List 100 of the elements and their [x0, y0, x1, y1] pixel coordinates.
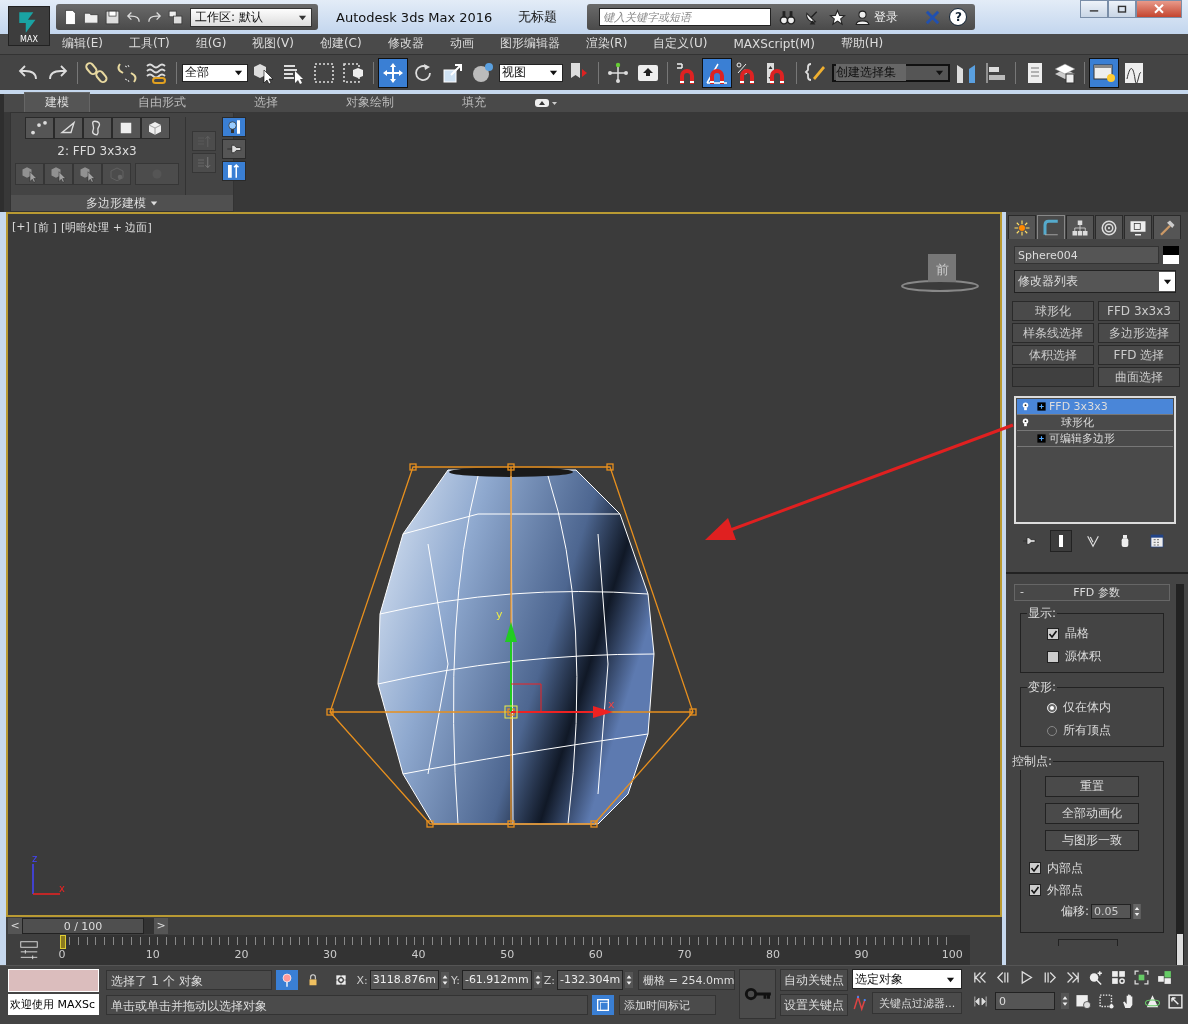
menu-item[interactable]: 图形编辑器 [499, 35, 572, 53]
subobject-button[interactable] [111, 117, 141, 140]
modifier-list-dropdown[interactable]: 修改器列表 [1014, 270, 1176, 294]
modifier-button[interactable]: FFD 选择 [1098, 345, 1180, 366]
object-name-field[interactable]: Sphere004 [1014, 246, 1159, 265]
stack-tool-button[interactable] [1050, 530, 1072, 553]
next-frame-button[interactable]: > [154, 917, 168, 934]
binoculars-icon[interactable] [779, 8, 797, 26]
command-panel-tab[interactable] [1124, 215, 1152, 240]
ribbon-tab[interactable]: 建模 [24, 92, 90, 113]
menu-item[interactable]: 修改器 [387, 35, 436, 53]
checkbox-label[interactable]: 晶格 [1065, 625, 1089, 643]
coordinate-field[interactable]: -132.304m [557, 970, 624, 991]
slider-icon[interactable] [18, 938, 40, 961]
modifier-button[interactable]: 曲面选择 [1098, 367, 1180, 388]
minimize-button[interactable] [1080, 0, 1108, 18]
time-slider-thumb[interactable]: 0 / 100 [22, 917, 144, 934]
listener-input-field[interactable] [8, 969, 100, 993]
ribbon-options-icon[interactable] [534, 97, 558, 110]
radio-button[interactable] [1047, 726, 1057, 736]
auto-key-button[interactable]: 自动关键点 [780, 969, 848, 992]
rollout-button[interactable]: 与图形一致 [1045, 830, 1139, 852]
coordinate-field[interactable]: 3118.876m [369, 970, 439, 991]
modifier-button[interactable]: 样条线选择 [1012, 323, 1094, 344]
menu-item[interactable]: 动画 [449, 35, 486, 53]
selection-filter-dropdown[interactable]: 全部 [182, 63, 248, 82]
folder-window-icon[interactable] [167, 8, 184, 26]
plus-box-icon[interactable] [1035, 401, 1047, 413]
isolate-toggle-button[interactable] [276, 970, 299, 991]
key-mode-dropdown[interactable]: 选定对象 [852, 969, 962, 990]
floppy-icon[interactable] [104, 8, 121, 26]
ribbon-tab[interactable]: 填充 [442, 93, 506, 113]
checkbox-label[interactable]: 内部点 [1047, 860, 1083, 877]
object-color-swatch[interactable] [1163, 246, 1179, 265]
close-button[interactable] [1136, 0, 1182, 18]
ribbon-tab[interactable]: 自由形式 [118, 93, 206, 113]
rollout-header[interactable]: - FFD 参数 [1014, 584, 1170, 602]
sign-in-button[interactable]: 登录 [854, 8, 899, 26]
checkbox[interactable] [1029, 862, 1041, 875]
modifier-stack-item[interactable]: 可编辑多边形 [1017, 431, 1173, 448]
coordinate-field[interactable]: -61.912mm [461, 970, 532, 991]
command-panel-tab[interactable] [1095, 215, 1123, 240]
menu-item[interactable]: 编辑(E) [62, 35, 115, 53]
plus-box-icon[interactable] [1035, 433, 1047, 445]
previous-frame-button[interactable]: < [8, 917, 22, 934]
application-button[interactable]: MAX [8, 6, 50, 46]
four-squares-icon[interactable] [1110, 969, 1127, 987]
menu-item[interactable]: 创建(C) [319, 35, 374, 53]
checkbox[interactable] [1047, 651, 1059, 663]
menu-item[interactable]: 组(G) [195, 35, 239, 53]
bracket-square-icon[interactable] [1133, 969, 1150, 987]
workspace-dropdown[interactable]: 工作区: 默认 [190, 7, 312, 27]
add-time-tag-button[interactable]: 添加时间标记 [619, 995, 717, 1016]
modifier-button[interactable]: 体积选择 [1012, 345, 1094, 366]
restore-button[interactable] [1108, 0, 1136, 18]
orbit-icon[interactable] [1144, 993, 1161, 1010]
spinner-icon[interactable] [625, 972, 634, 989]
rollout-button[interactable]: 重置 [1045, 776, 1139, 798]
subobject-button[interactable] [53, 117, 83, 140]
key-filters-button[interactable]: 关键点过滤器... [872, 992, 962, 1015]
menu-item[interactable]: 视图(V) [252, 35, 306, 53]
menu-item[interactable]: 自定义(U) [653, 35, 720, 53]
panel-title-button[interactable]: 多边形建模 [11, 195, 233, 212]
ribbon-tab[interactable]: 对象绘制 [326, 93, 414, 113]
star-icon[interactable] [829, 8, 847, 26]
menu-item[interactable]: 工具(T) [128, 35, 182, 53]
dashed-select-icon[interactable] [1098, 993, 1115, 1010]
spinner-icon[interactable] [1133, 904, 1142, 920]
ribbon-button[interactable] [222, 117, 246, 138]
toolbar-button[interactable] [379, 58, 407, 87]
checkbox[interactable] [1047, 628, 1059, 640]
coordinate-system-dropdown[interactable]: 视图 [499, 63, 563, 82]
checkbox-label[interactable]: 外部点 [1047, 882, 1083, 899]
modifier-button[interactable]: 多边形选择 [1098, 323, 1180, 344]
spinner-icon[interactable] [440, 972, 449, 989]
search-field[interactable]: 键入关键字或短语 [599, 8, 772, 26]
subobject-button[interactable] [24, 117, 54, 140]
spinner-icon[interactable] [1061, 993, 1069, 1010]
listener-output[interactable]: 欢迎使用 MAXSc [8, 994, 100, 1016]
scrollbar[interactable] [1176, 584, 1184, 966]
modifier-button[interactable]: FFD 3x3x3 [1098, 301, 1180, 322]
checkbox[interactable] [1029, 884, 1041, 897]
menu-item[interactable]: 渲染(R) [585, 35, 640, 53]
ribbon-button[interactable] [222, 161, 246, 182]
ffd-lattice[interactable] [326, 463, 697, 829]
command-panel-tab[interactable] [1153, 215, 1181, 240]
set-key-mode-button[interactable]: 设置关键点 [780, 994, 848, 1017]
checkbox-label[interactable]: 源体积 [1065, 648, 1101, 666]
spinner-icon[interactable] [533, 972, 542, 989]
rollout-button[interactable]: 全部动画化 [1045, 803, 1139, 825]
radio-label[interactable]: 所有顶点 [1063, 722, 1111, 740]
viewport-menu-label[interactable]: [+] [12, 220, 30, 236]
help-button[interactable]: ? [949, 8, 968, 26]
current-frame-field[interactable]: 0 [995, 992, 1055, 1011]
modifier-button[interactable]: 球形化 [1012, 301, 1094, 322]
cubes-icon[interactable] [1156, 969, 1173, 987]
command-panel-tab[interactable] [1008, 215, 1036, 240]
magnifier-plus-icon[interactable] [1087, 969, 1104, 987]
ribbon-tab[interactable]: 选择 [234, 93, 298, 113]
subobject-button[interactable] [140, 117, 170, 140]
